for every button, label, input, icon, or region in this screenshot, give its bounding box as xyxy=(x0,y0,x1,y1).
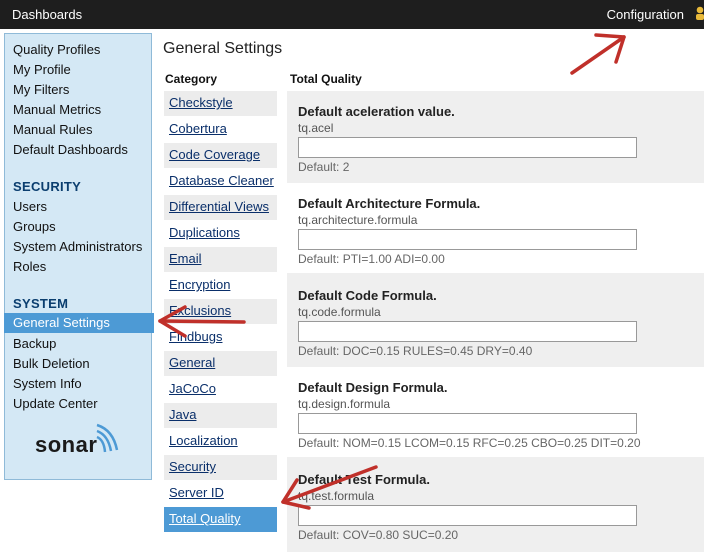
user-icon[interactable] xyxy=(695,6,704,20)
category-database-cleaner[interactable]: Database Cleaner xyxy=(164,169,277,195)
category-exclusions[interactable]: Exclusions xyxy=(164,299,277,325)
category-general[interactable]: General xyxy=(164,351,277,377)
category-code-coverage[interactable]: Code Coverage xyxy=(164,143,277,169)
sidebar-item-my-filters[interactable]: My Filters xyxy=(13,82,69,97)
setting-key: tq.code.formula xyxy=(298,305,381,319)
sonar-logo: sonar xyxy=(35,432,98,457)
category-java[interactable]: Java xyxy=(164,403,277,429)
setting-key: tq.design.formula xyxy=(298,397,391,411)
setting-key: tq.test.formula xyxy=(298,489,375,503)
sidebar-item-backup[interactable]: Backup xyxy=(13,336,56,351)
setting-test-formula: Default Test Formula. tq.test.formula De… xyxy=(287,459,704,549)
sidebar-item-label: General Settings xyxy=(13,315,110,330)
category-localization[interactable]: Localization xyxy=(164,429,277,455)
setting-input-design-formula[interactable] xyxy=(298,413,637,434)
sidebar: Quality Profiles My Profile My Filters M… xyxy=(4,33,154,480)
category-jacoco[interactable]: JaCoCo xyxy=(164,377,277,403)
category-server-id[interactable]: Server ID xyxy=(164,481,277,507)
sidebar-item-general-settings[interactable]: General Settings xyxy=(4,313,154,333)
category-list: Checkstyle Cobertura Code Coverage Datab… xyxy=(164,91,277,533)
setting-key: tq.architecture.formula xyxy=(298,213,418,227)
sidebar-item-manual-rules[interactable]: Manual Rules xyxy=(13,122,93,137)
sidebar-item-groups[interactable]: Groups xyxy=(13,219,56,234)
sidebar-item-system-info[interactable]: System Info xyxy=(13,376,82,391)
setting-input-test-formula[interactable] xyxy=(298,505,637,526)
category-encryption[interactable]: Encryption xyxy=(164,273,277,299)
settings-header: Total Quality xyxy=(290,72,362,86)
setting-default: Default: 2 xyxy=(298,160,350,174)
setting-code-formula: Default Code Formula. tq.code.formula De… xyxy=(287,275,704,365)
setting-title: Default Architecture Formula. xyxy=(298,196,481,211)
category-email[interactable]: Email xyxy=(164,247,277,273)
category-total-quality[interactable]: Total Quality xyxy=(164,507,277,533)
sidebar-item-roles[interactable]: Roles xyxy=(13,259,46,274)
category-checkstyle[interactable]: Checkstyle xyxy=(164,91,277,117)
setting-acel: Default aceleration value. tq.acel Defau… xyxy=(287,91,704,181)
setting-input-code-formula[interactable] xyxy=(298,321,637,342)
category-header: Category xyxy=(165,72,218,86)
sidebar-section-system: SYSTEM xyxy=(13,296,69,311)
sonar-waves-icon xyxy=(96,423,119,453)
settings-panel: Default aceleration value. tq.acel Defau… xyxy=(287,91,704,552)
top-bar: Dashboards Configuration xyxy=(0,0,704,29)
sidebar-item-default-dashboards[interactable]: Default Dashboards xyxy=(13,142,128,157)
category-duplications[interactable]: Duplications xyxy=(164,221,277,247)
setting-input-acel[interactable] xyxy=(298,137,637,158)
setting-default: Default: COV=0.80 SUC=0.20 xyxy=(298,528,459,542)
setting-default: Default: PTI=1.00 ADI=0.00 xyxy=(298,252,445,266)
category-findbugs[interactable]: Findbugs xyxy=(164,325,277,351)
setting-input-architecture-formula[interactable] xyxy=(298,229,637,250)
sidebar-section-security: SECURITY xyxy=(13,179,82,194)
sidebar-item-my-profile[interactable]: My Profile xyxy=(13,62,71,77)
category-differential-views[interactable]: Differential Views xyxy=(164,195,277,221)
arrow-to-configuration xyxy=(570,33,626,75)
setting-default: Default: NOM=0.15 LCOM=0.15 RFC=0.25 CBO… xyxy=(298,436,641,450)
page-title: General Settings xyxy=(163,40,283,57)
sidebar-item-update-center[interactable]: Update Center xyxy=(13,396,98,411)
configuration-link[interactable]: Configuration xyxy=(607,7,684,22)
category-cobertura[interactable]: Cobertura xyxy=(164,117,277,143)
setting-architecture-formula: Default Architecture Formula. tq.archite… xyxy=(287,183,704,273)
setting-default: Default: DOC=0.15 RULES=0.45 DRY=0.40 xyxy=(298,344,533,358)
setting-title: Default Design Formula. xyxy=(298,380,448,395)
sidebar-item-bulk-deletion[interactable]: Bulk Deletion xyxy=(13,356,90,371)
sidebar-item-system-administrators[interactable]: System Administrators xyxy=(13,239,142,254)
category-security[interactable]: Security xyxy=(164,455,277,481)
setting-title: Default aceleration value. xyxy=(298,104,455,119)
setting-title: Default Test Formula. xyxy=(298,472,430,487)
setting-key: tq.acel xyxy=(298,121,334,135)
setting-design-formula: Default Design Formula. tq.design.formul… xyxy=(287,367,704,457)
setting-title: Default Code Formula. xyxy=(298,288,437,303)
dashboards-link[interactable]: Dashboards xyxy=(12,7,82,22)
sidebar-item-users[interactable]: Users xyxy=(13,199,47,214)
sidebar-item-manual-metrics[interactable]: Manual Metrics xyxy=(13,102,101,117)
sidebar-item-quality-profiles[interactable]: Quality Profiles xyxy=(13,42,100,57)
